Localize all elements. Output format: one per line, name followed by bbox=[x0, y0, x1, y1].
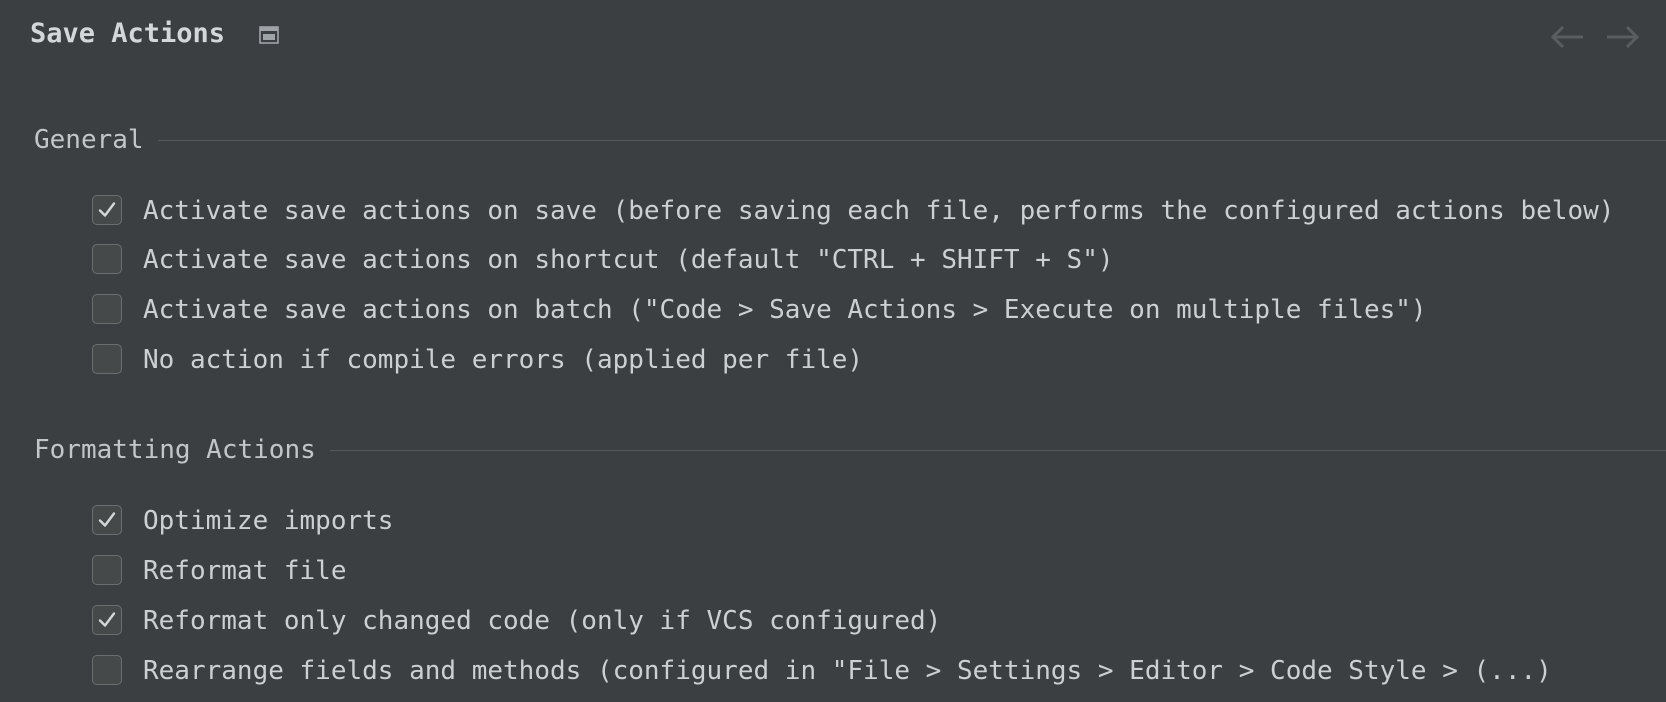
option-rearrange-fields[interactable]: Rearrange fields and methods (configured… bbox=[92, 651, 1666, 691]
checkmark-icon bbox=[98, 512, 116, 527]
checkbox-reformat-changed-code[interactable] bbox=[92, 605, 122, 635]
section-general: General bbox=[34, 122, 1666, 158]
option-label: Rearrange fields and methods (configured… bbox=[143, 656, 1552, 686]
checkmark-icon bbox=[98, 202, 116, 217]
option-optimize-imports[interactable]: Optimize imports bbox=[92, 501, 1666, 541]
option-reformat-file[interactable]: Reformat file bbox=[92, 551, 1666, 591]
section-title-general: General bbox=[34, 122, 158, 158]
option-label: Activate save actions on save (before sa… bbox=[143, 196, 1615, 226]
section-formatting-actions: Formatting Actions bbox=[34, 432, 1666, 468]
checkmark-icon bbox=[98, 612, 116, 627]
checkbox-activate-on-save[interactable] bbox=[92, 195, 122, 225]
checkbox-reformat-file[interactable] bbox=[92, 555, 122, 585]
option-label: Activate save actions on shortcut (defau… bbox=[143, 245, 1114, 275]
checkbox-no-action-compile-errors[interactable] bbox=[92, 344, 122, 374]
option-activate-on-batch[interactable]: Activate save actions on batch ("Code > … bbox=[92, 290, 1666, 330]
header: Save Actions bbox=[0, 0, 1666, 74]
page-title: Save Actions bbox=[30, 18, 226, 49]
save-actions-settings-page: Save Actions General Activate save actio… bbox=[0, 0, 1666, 702]
option-label: Reformat only changed code (only if VCS … bbox=[143, 606, 942, 636]
arrow-right-icon[interactable] bbox=[1603, 22, 1643, 52]
option-label: No action if compile errors (applied per… bbox=[143, 345, 864, 375]
option-activate-on-save[interactable]: Activate save actions on save (before sa… bbox=[92, 191, 1666, 231]
option-label: Reformat file bbox=[143, 556, 347, 586]
section-title-formatting-actions: Formatting Actions bbox=[34, 432, 330, 468]
option-activate-on-shortcut[interactable]: Activate save actions on shortcut (defau… bbox=[92, 240, 1666, 280]
arrow-left-icon[interactable] bbox=[1547, 22, 1587, 52]
checkbox-activate-on-batch[interactable] bbox=[92, 294, 122, 324]
checkbox-optimize-imports[interactable] bbox=[92, 505, 122, 535]
checkbox-activate-on-shortcut[interactable] bbox=[92, 244, 122, 274]
option-no-action-compile-errors[interactable]: No action if compile errors (applied per… bbox=[92, 340, 1666, 380]
checkbox-rearrange-fields[interactable] bbox=[92, 655, 122, 685]
window-icon[interactable] bbox=[259, 26, 279, 44]
section-divider bbox=[34, 140, 1666, 141]
option-reformat-changed-code[interactable]: Reformat only changed code (only if VCS … bbox=[92, 601, 1666, 641]
option-label: Activate save actions on batch ("Code > … bbox=[143, 295, 1427, 325]
option-label: Optimize imports bbox=[143, 506, 394, 536]
